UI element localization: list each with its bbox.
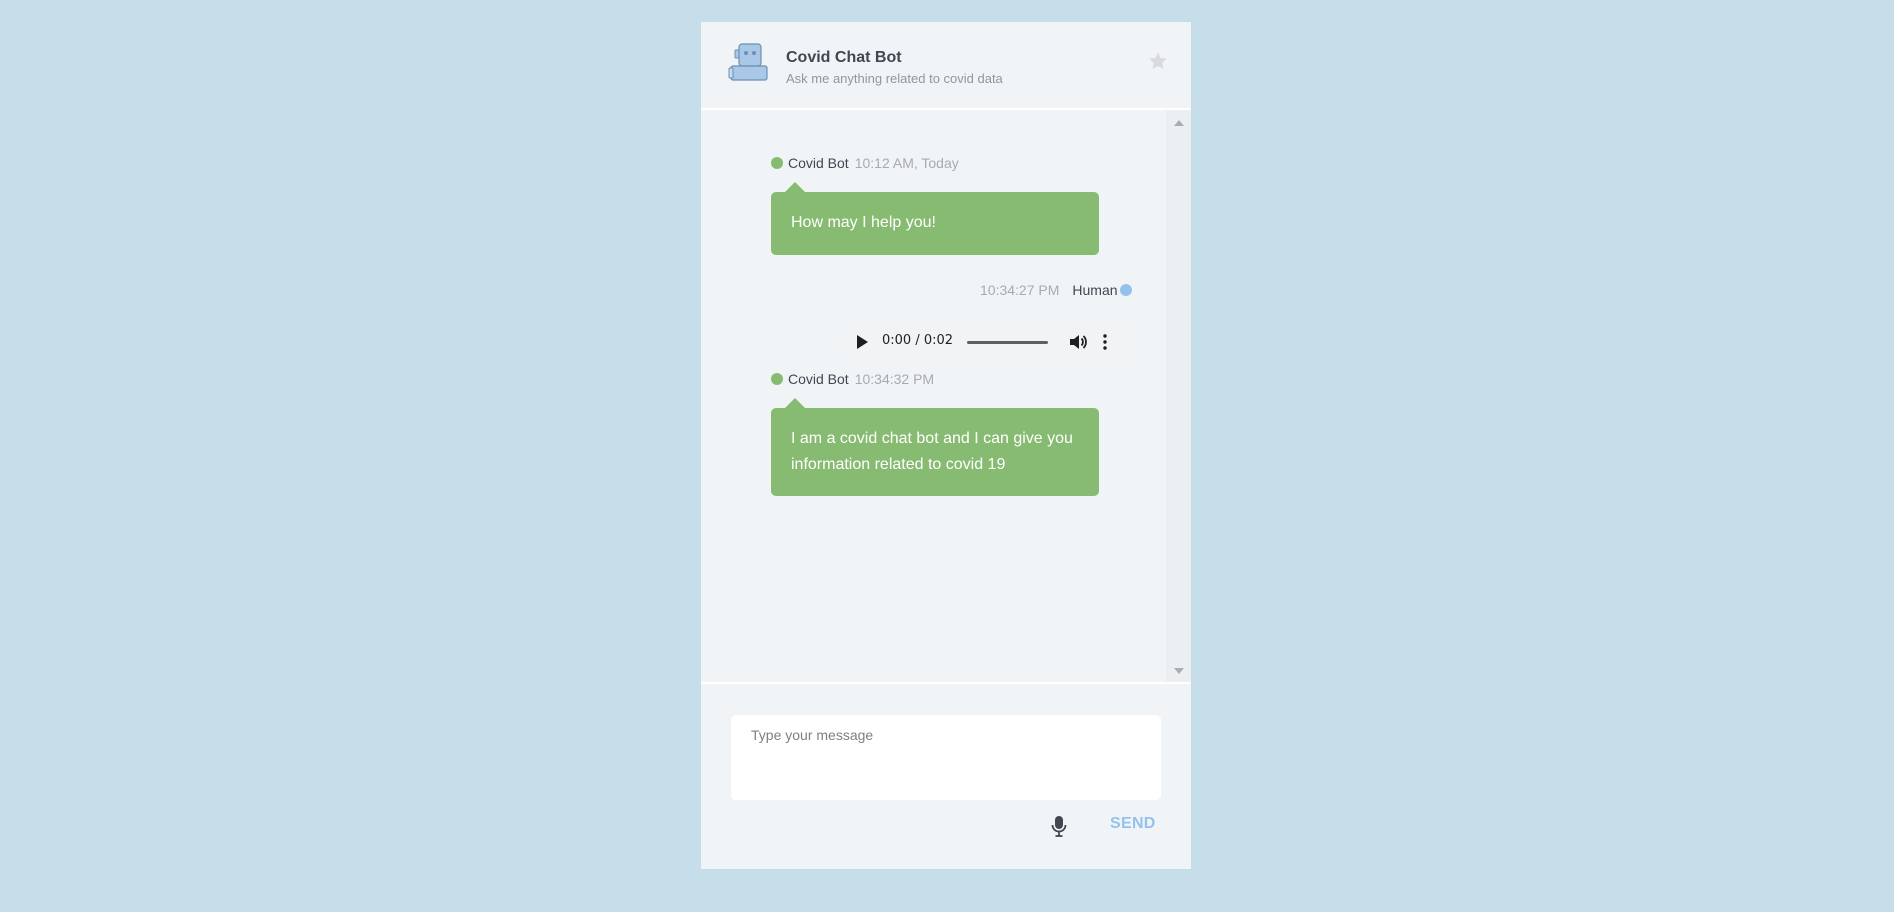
bot-message-bubble: How may I help you! <box>771 182 1099 255</box>
scroll-up-icon[interactable] <box>1174 120 1184 126</box>
message-meta: Covid Bot 10:34:32 PM <box>771 371 934 387</box>
chat-header: Covid Chat Bot Ask me anything related t… <box>701 22 1191 110</box>
message-time: 10:34:27 PM <box>980 282 1060 298</box>
more-options-icon[interactable] <box>1102 334 1108 350</box>
scroll-down-icon[interactable] <box>1174 668 1184 674</box>
volume-icon[interactable] <box>1069 334 1087 350</box>
message-meta: Covid Bot 10:12 AM, Today <box>771 155 959 171</box>
bot-message-bubble: I am a covid chat bot and I can give you… <box>771 398 1099 496</box>
microphone-icon[interactable] <box>1051 815 1067 837</box>
chat-title: Covid Chat Bot <box>786 49 902 66</box>
message-time: 10:12 AM, Today <box>854 155 959 171</box>
message-sender: Covid Bot <box>788 155 849 171</box>
audio-seek-bar[interactable] <box>967 341 1048 344</box>
audio-time: 0:00 / 0:02 <box>882 333 954 348</box>
message-sender: Human <box>1072 282 1118 298</box>
send-button[interactable]: SEND <box>1110 815 1156 833</box>
message-input[interactable] <box>731 715 1161 800</box>
chat-subtitle: Ask me anything related to covid data <box>786 71 1003 86</box>
chat-scrollbar[interactable] <box>1166 110 1191 682</box>
play-icon[interactable] <box>857 335 868 349</box>
message-time: 10:34:32 PM <box>854 371 935 387</box>
online-status-icon <box>771 157 783 169</box>
message-meta: 10:34:27 PM Human <box>980 282 1132 298</box>
chat-window: Covid Chat Bot Ask me anything related t… <box>701 22 1191 869</box>
robot-icon <box>728 43 768 81</box>
message-text: How may I help you! <box>791 214 936 231</box>
online-status-icon <box>1119 284 1132 296</box>
audio-player[interactable]: 0:00 / 0:02 <box>843 322 1135 362</box>
chat-history[interactable]: Covid Bot 10:12 AM, Today How may I help … <box>701 110 1191 684</box>
message-text: I am a covid chat bot and I can give you… <box>791 430 1073 473</box>
message-sender: Covid Bot <box>788 371 849 387</box>
online-status-icon <box>771 373 783 385</box>
star-icon[interactable] <box>1147 50 1169 72</box>
